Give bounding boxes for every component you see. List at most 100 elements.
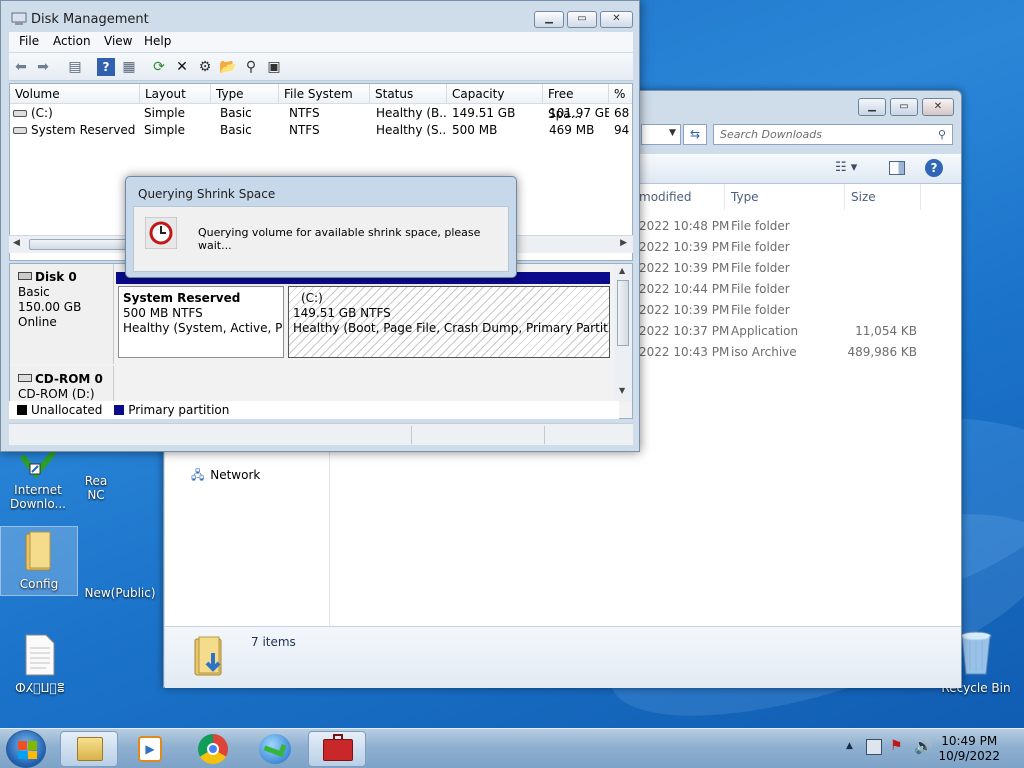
column-header-free-space[interactable]: Free Spa... [543, 84, 609, 121]
taskbar-media-player-button[interactable]: ▶ [122, 731, 180, 767]
refresh-icon[interactable]: ⟳ [150, 58, 168, 76]
file-type-cell[interactable]: Application [731, 321, 841, 342]
taskbar-idm-button[interactable] [246, 731, 304, 767]
help-icon[interactable]: ? [97, 58, 115, 76]
file-modified-cell[interactable]: 2022 10:39 PM [639, 258, 729, 279]
explorer-close-button[interactable]: ✕ [922, 98, 954, 116]
partition-c-drive[interactable]: (C:) 149.51 GB NTFS Healthy (Boot, Page … [288, 286, 610, 358]
rescan-disks-icon[interactable]: ▣ [265, 58, 283, 76]
querying-shrink-dialog[interactable]: Querying Shrink Space Querying volume fo… [125, 176, 517, 278]
menu-action[interactable]: Action [53, 34, 91, 48]
column-header-size[interactable]: Size [845, 184, 921, 210]
column-header-status[interactable]: Status [370, 84, 447, 104]
volume-cell: 94 [614, 123, 630, 137]
file-modified-cell[interactable]: 2022 10:39 PM [639, 300, 729, 321]
column-header-percent-free[interactable]: % F [609, 84, 632, 104]
partition-system-reserved[interactable]: System Reserved 500 MB NTFS Healthy (Sys… [118, 286, 284, 358]
file-modified-cell[interactable]: 2022 10:43 PM [639, 342, 729, 363]
search-icon[interactable]: ⚲ [242, 58, 260, 76]
window-title: Disk Management [31, 12, 149, 27]
volume-name-cell[interactable]: System Reserved [31, 122, 155, 139]
desktop-icon-config[interactable]: Config [0, 526, 78, 596]
column-header-modified[interactable]: modified [633, 184, 725, 210]
maximize-button[interactable]: ▭ [567, 11, 597, 28]
menu-file[interactable]: File [19, 34, 39, 48]
scroll-right-icon[interactable]: ▶ [620, 238, 627, 248]
cdrom0-drive: CD-ROM (D:) [18, 387, 95, 401]
taskbar-chrome-button[interactable] [184, 731, 242, 767]
console-tree-icon[interactable]: ▤ [66, 58, 84, 76]
taskbar-explorer-button[interactable] [60, 731, 118, 767]
desktop-icon-new-public[interactable]: New(Public) [80, 578, 160, 600]
file-modified-cell[interactable]: 2022 10:44 PM [639, 279, 729, 300]
file-type-cell[interactable]: File folder [731, 216, 841, 237]
preview-pane-icon[interactable] [889, 161, 905, 175]
desktop-icon-text-file[interactable]: ⵀⵃ⵿ⵡ⵿ⴻ [2, 634, 78, 695]
scroll-thumb[interactable] [617, 280, 629, 346]
action-center-icon[interactable]: ⚑ [890, 738, 903, 754]
search-input[interactable]: Search Downloads ⚲ [713, 124, 953, 145]
properties-icon[interactable]: ▦ [120, 58, 138, 76]
minimize-button[interactable]: ▁ [534, 11, 564, 28]
file-type-cell[interactable]: File folder [731, 279, 841, 300]
file-type-cell[interactable]: File folder [731, 237, 841, 258]
column-header-type[interactable]: Type [211, 84, 279, 104]
file-type-cell[interactable]: File folder [731, 300, 841, 321]
help-icon[interactable]: ? [925, 159, 943, 177]
volume-name-cell[interactable]: (C:) [31, 105, 155, 122]
show-hidden-icons[interactable]: ▲ [846, 741, 853, 751]
cdrom0-label[interactable]: CD-ROM 0 CD-ROM (D:) [10, 366, 114, 406]
refresh-button[interactable]: ⇆ [683, 124, 707, 145]
open-folder-icon[interactable]: 📂 [219, 58, 237, 76]
network-tray-icon[interactable] [866, 739, 882, 755]
item-count: 7 items [251, 635, 296, 649]
address-dropdown[interactable]: ▼ [641, 124, 681, 145]
taskbar-computer-management-button[interactable] [308, 731, 366, 767]
partition-name: (C:) [301, 291, 323, 305]
clock-date: 10/9/2022 [938, 749, 1000, 763]
file-size-cell[interactable] [847, 237, 917, 258]
idm-icon [259, 734, 291, 764]
file-size-cell[interactable]: 489,986 KB [847, 342, 917, 363]
settings-icon[interactable]: ⚙ [196, 58, 214, 76]
disk0-label[interactable]: Disk 0 Basic 150.00 GB Online [10, 264, 114, 364]
column-header-capacity[interactable]: Capacity [447, 84, 543, 104]
scroll-up-icon[interactable]: ▲ [619, 266, 625, 275]
file-type-cell[interactable]: iso Archive [731, 342, 841, 363]
explorer-minimize-button[interactable]: ▁ [858, 98, 886, 116]
close-button[interactable]: ✕ [600, 11, 633, 28]
file-size-cell[interactable] [847, 258, 917, 279]
partition-name: System Reserved [123, 291, 241, 305]
forward-arrow-icon[interactable]: ➡ [34, 58, 52, 76]
file-modified-cell[interactable]: 2022 10:48 PM [639, 216, 729, 237]
refresh-icon: ⇆ [689, 127, 701, 141]
scroll-track[interactable]: ▲ ▼ [614, 264, 632, 402]
desktop-icon-rea[interactable]: Rea NC [84, 474, 108, 502]
file-size-cell[interactable] [847, 216, 917, 237]
file-size-cell[interactable]: 11,054 KB [847, 321, 917, 342]
file-size-cell[interactable] [847, 300, 917, 321]
nav-network-label: Network [210, 468, 261, 482]
desktop-icon-internet-download-manager[interactable]: Internet Downlo... [0, 450, 76, 511]
start-button[interactable] [6, 730, 46, 768]
column-header-volume[interactable]: Volume [10, 84, 140, 104]
back-arrow-icon[interactable]: ⬅ [12, 58, 30, 76]
clock[interactable]: 10:49 PM 10/9/2022 [938, 734, 1000, 764]
file-size-cell[interactable] [847, 279, 917, 300]
delete-icon[interactable]: ✕ [173, 58, 191, 76]
nav-item-network[interactable]: 🖧 Network [191, 466, 260, 487]
column-header-file-system[interactable]: File System [279, 84, 370, 104]
menu-view[interactable]: View [104, 34, 132, 48]
scroll-thumb[interactable] [29, 239, 129, 250]
file-modified-cell[interactable]: 2022 10:39 PM [639, 237, 729, 258]
explorer-maximize-button[interactable]: ▭ [890, 98, 918, 116]
menu-help[interactable]: Help [144, 34, 171, 48]
column-header-type[interactable]: Type [725, 184, 845, 210]
volume-icon[interactable]: 🔊 [914, 737, 933, 755]
view-options-icon[interactable]: ☷ ▾ [835, 160, 857, 175]
file-type-cell[interactable]: File folder [731, 258, 841, 279]
scroll-down-icon[interactable]: ▼ [619, 386, 625, 395]
column-header-layout[interactable]: Layout [140, 84, 211, 104]
scroll-left-icon[interactable]: ◀ [13, 238, 20, 248]
file-modified-cell[interactable]: 2022 10:37 PM [639, 321, 729, 342]
